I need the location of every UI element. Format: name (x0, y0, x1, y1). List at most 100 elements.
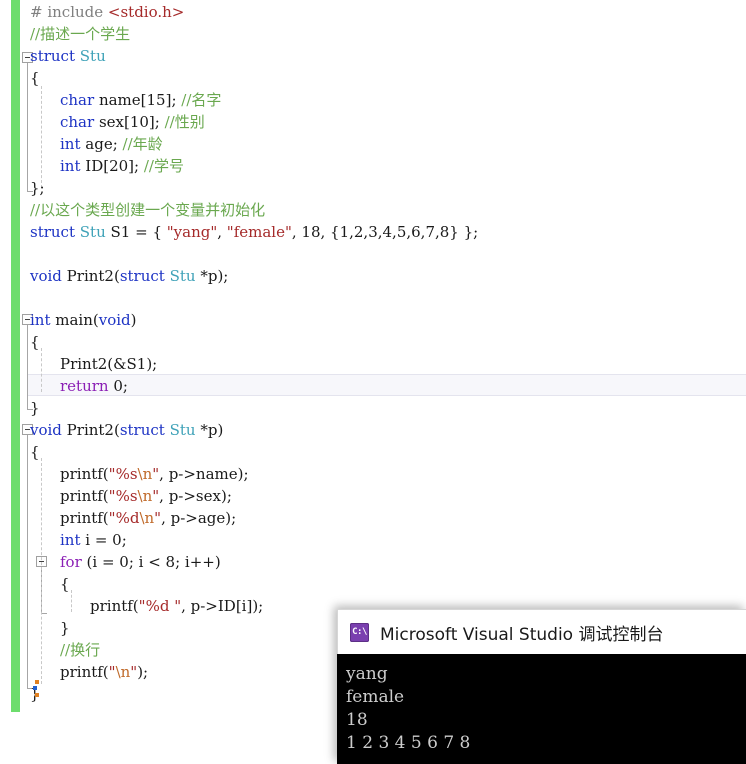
console-output-line: yang (346, 664, 388, 684)
code-token: int (30, 311, 51, 329)
change-indicator-bar (11, 0, 20, 712)
code-token: printf( (60, 663, 109, 681)
code-token: \n (115, 663, 131, 681)
code-token: int (60, 157, 81, 175)
code-token: //名字 (181, 91, 222, 109)
code-token: \n (137, 487, 153, 505)
code-token: i = 0; (80, 531, 127, 549)
code-token: struct (30, 47, 75, 65)
console-output[interactable]: yang female 18 1 2 3 4 5 6 7 8 (338, 654, 746, 764)
code-token: *p) (195, 421, 224, 439)
code-token: "%d (108, 509, 140, 527)
code-token: //年龄 (122, 135, 163, 153)
code-line: } (60, 617, 70, 639)
code-token: Print2(&S1); (60, 355, 158, 373)
console-title: Microsoft Visual Studio 调试控制台 (380, 624, 664, 645)
code-token: struct (30, 223, 75, 241)
code-token: Stu (79, 223, 106, 241)
code-token: { (30, 333, 40, 351)
code-token: # include (30, 3, 108, 21)
code-token: return (60, 377, 109, 395)
debug-console-window[interactable]: C:\ Microsoft Visual Studio 调试控制台 yang fe… (337, 609, 746, 764)
indent-guide-main (41, 348, 42, 392)
code-token: "%d " (138, 597, 182, 615)
code-line: printf("%s\n", p->name); (60, 463, 249, 485)
fold-guide-main (27, 325, 28, 409)
code-line: int age; //年龄 (60, 133, 163, 155)
code-token: 0; (108, 377, 128, 395)
code-token: , p->age); (161, 509, 237, 527)
code-token: { (60, 575, 70, 593)
code-token: age; (80, 135, 123, 153)
code-line: //换行 (60, 639, 100, 661)
code-token: struct (119, 421, 165, 439)
code-token: , 18, {1,2,3,4,5,6,7,8} }; (291, 223, 479, 241)
code-token: "yang" (166, 223, 218, 241)
code-token: "female" (226, 223, 292, 241)
code-token: printf( (60, 487, 109, 505)
code-token: ID[20]; (80, 157, 144, 175)
fold-guide-print2 (27, 435, 28, 688)
code-token: Print2( (61, 421, 120, 439)
code-token: //以这个类型创建一个变量并初始化 (30, 201, 266, 219)
code-token: \n (137, 465, 153, 483)
console-output-line: 18 (346, 710, 368, 730)
code-token: \n (139, 509, 155, 527)
code-token: , p->ID[i]); (181, 597, 264, 615)
code-line: struct Stu S1 = { "yang", "female", 18, … (30, 221, 478, 243)
code-line: void Print2(struct Stu *p) (30, 419, 223, 441)
code-token: <stdio.h> (107, 3, 185, 21)
code-token: struct (119, 267, 165, 285)
indent-guide-print2 (41, 458, 42, 684)
code-token: //学号 (143, 157, 184, 175)
code-token: name[15]; (94, 91, 182, 109)
code-line: { (60, 573, 70, 595)
code-line: char sex[10]; //性别 (60, 111, 205, 133)
code-token: int (60, 531, 81, 549)
cmd-console-icon-glyph: C:\ (352, 626, 367, 637)
brace-match-marker (33, 680, 40, 698)
code-token: char (60, 113, 95, 131)
code-line: { (30, 331, 40, 353)
code-token: }; (30, 179, 45, 197)
code-token: "%s (108, 487, 138, 505)
code-line: struct Stu (30, 45, 106, 67)
code-line: printf("%d\n", p->age); (60, 507, 236, 529)
code-token: } (60, 619, 70, 637)
code-token: //描述一个学生 (30, 25, 131, 43)
code-line: printf("%d ", p->ID[i]); (90, 595, 263, 617)
code-token: Stu (79, 47, 106, 65)
code-token: *p); (195, 267, 229, 285)
code-line: # include <stdio.h> (30, 1, 184, 23)
code-token: ); (137, 663, 149, 681)
code-line: void Print2(struct Stu *p); (30, 265, 228, 287)
code-token: "%s (108, 465, 138, 483)
code-token: Stu (169, 421, 196, 439)
console-output-line: 1 2 3 4 5 6 7 8 (346, 733, 471, 753)
indent-guide-for-body (71, 590, 72, 612)
code-token: , p->name); (159, 465, 249, 483)
code-token: Print2( (61, 267, 120, 285)
code-line: } (30, 397, 40, 419)
code-line: printf("%s\n", p->sex); (60, 485, 232, 507)
code-token: //性别 (164, 113, 205, 131)
code-token: (i = 0; i < 8; i++) (81, 553, 221, 571)
code-token: printf( (90, 597, 139, 615)
code-line: int ID[20]; //学号 (60, 155, 184, 177)
code-line: //以这个类型创建一个变量并初始化 (30, 199, 265, 221)
code-token: sex[10]; (94, 113, 165, 131)
indent-guide-struct (41, 86, 42, 188)
outlining-column[interactable] (22, 0, 47, 764)
cmd-console-icon: C:\ (350, 622, 369, 642)
code-token: S1 = { (105, 223, 167, 241)
code-token: Stu (169, 267, 196, 285)
code-line: char name[15]; //名字 (60, 89, 221, 111)
console-titlebar[interactable]: C:\ Microsoft Visual Studio 调试控制台 (337, 609, 746, 654)
code-token: , p->sex); (159, 487, 232, 505)
code-token: char (60, 91, 95, 109)
code-token: " (108, 663, 116, 681)
code-token: void (98, 311, 131, 329)
code-line: { (30, 441, 40, 463)
code-line: printf("\n"); (60, 661, 148, 683)
code-token: } (30, 399, 40, 417)
